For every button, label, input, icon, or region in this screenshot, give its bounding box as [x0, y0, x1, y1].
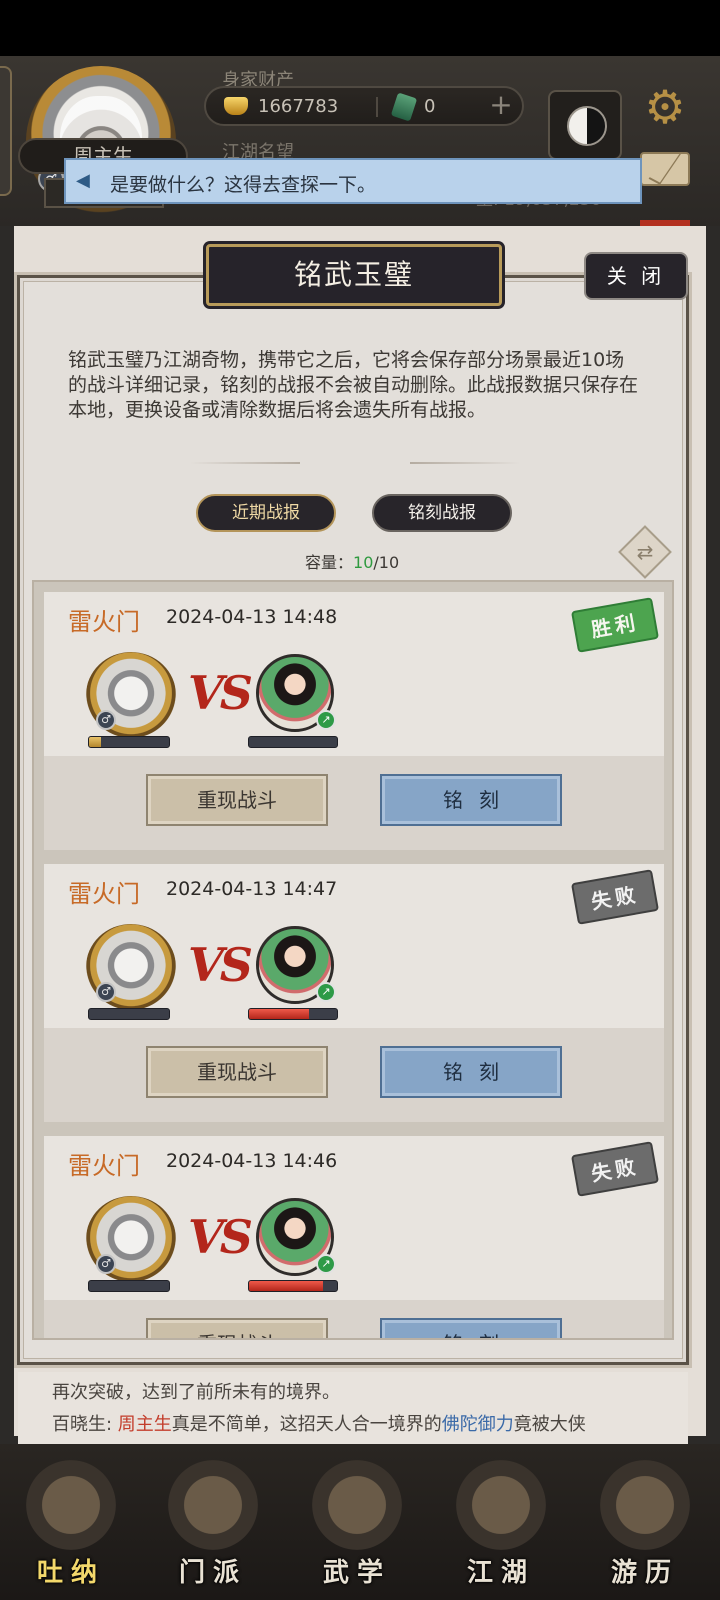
replay-battle-button[interactable]: 重现战斗 [146, 1318, 328, 1338]
battle-record: 雷火门 2024-04-13 14:48 胜利 ♂ VS ↗ 重现战斗 铭刻 [44, 592, 664, 850]
battle-record: 雷火门 2024-04-13 14:47 失败 ♂ VS ↗ 重现战斗 铭刻 [44, 864, 664, 1122]
currency-bar: 1667783 0 + [204, 86, 524, 126]
opponent-faction: 雷火门 [68, 608, 140, 636]
log-text: 真是不简单，这招天人合一境界的 [171, 1414, 442, 1435]
hp-fill [249, 1009, 309, 1019]
battle-datetime: 2024-04-13 14:47 [166, 878, 338, 900]
replay-battle-button[interactable]: 重现战斗 [146, 1046, 328, 1098]
hat-icon [456, 1460, 546, 1550]
vs-label: VS [188, 1210, 253, 1264]
nav-jianghu[interactable]: 江湖 [436, 1454, 566, 1594]
close-button[interactable]: 关 闭 [584, 252, 688, 300]
hero-hp-bar [88, 1280, 170, 1292]
result-stamp: 胜利 [570, 597, 660, 653]
opponent-faction: 雷火门 [68, 880, 140, 908]
record-actions: 重现战斗 铭刻 [44, 756, 664, 850]
capacity-indicator: 容量：10/10 [305, 549, 399, 573]
notification-toast: ◀ 是要做什么？这得去查探一下。 [64, 158, 642, 204]
log-speaker: 百晓生: [52, 1414, 118, 1435]
replay-battle-button[interactable]: 重现战斗 [146, 774, 328, 826]
divider-ornament [190, 462, 300, 464]
record-summary: 雷火门 2024-04-13 14:46 失败 ♂ VS ↗ [44, 1136, 664, 1300]
taiji-button[interactable] [548, 90, 622, 160]
record-actions: 重现战斗 铭刻 [44, 1028, 664, 1122]
side-drawer-handle[interactable] [0, 66, 12, 196]
nav-travel[interactable]: 游历 [580, 1454, 710, 1594]
nav-label: 吐纳 [36, 1558, 105, 1588]
record-summary: 雷火门 2024-04-13 14:47 失败 ♂ VS ↗ [44, 864, 664, 1028]
enemy-hp-bar [248, 736, 338, 748]
log-player-name: 周主生 [117, 1414, 172, 1435]
vs-label: VS [188, 938, 253, 992]
gold-ingot-icon [224, 97, 248, 115]
flags-icon [168, 1460, 258, 1550]
engrave-button[interactable]: 铭刻 [380, 1046, 562, 1098]
gold-amount: 1667783 [258, 96, 339, 117]
enemy-hp-bar [248, 1280, 338, 1292]
male-icon: ♂ [96, 710, 116, 730]
enemy-class-icon: ↗ [316, 982, 336, 1002]
record-summary: 雷火门 2024-04-13 14:48 胜利 ♂ VS ↗ [44, 592, 664, 756]
hero-hp-bar [88, 736, 170, 748]
log-line: 百晓生: 周主生真是不简单，这招天人合一境界的佛陀御力竟被大侠 [52, 1410, 586, 1436]
divider-ornament [410, 462, 520, 464]
capacity-current: 10 [353, 553, 374, 572]
tab-engraved-reports[interactable]: 铭刻战报 [372, 494, 512, 532]
nav-label: 门派 [178, 1558, 247, 1588]
vs-label: VS [188, 666, 253, 720]
capacity-label: 容量： [305, 553, 354, 572]
battle-datetime: 2024-04-13 14:46 [166, 1150, 338, 1172]
enemy-hp-bar [248, 1008, 338, 1020]
status-bar [0, 0, 720, 56]
modal-title-plate: 铭武玉璧 [206, 244, 502, 306]
engrave-button[interactable]: 铭刻 [380, 774, 562, 826]
jade-icon [390, 92, 418, 122]
nav-label: 江湖 [466, 1558, 535, 1588]
nav-label: 游历 [610, 1558, 679, 1588]
refresh-icon: ⇄ [636, 540, 654, 564]
tab-recent-reports[interactable]: 近期战报 [196, 494, 336, 532]
scrolls-icon [312, 1460, 402, 1550]
enemy-class-icon: ↗ [316, 710, 336, 730]
toast-text: 是要做什么？这得去查探一下。 [110, 174, 377, 196]
jade-amount: 0 [424, 96, 436, 117]
male-icon: ♂ [96, 1254, 116, 1274]
battle-record-list[interactable]: 雷火门 2024-04-13 14:48 胜利 ♂ VS ↗ 重现战斗 铭刻 雷… [32, 580, 674, 1340]
horse-icon [600, 1460, 690, 1550]
modal-description: 铭武玉璧乃江湖奇物，携带它之后，它将会保存部分场景最近10场的战斗详细记录，铭刻… [68, 349, 639, 421]
divider [376, 97, 378, 117]
log-text: 竟被大侠 [513, 1414, 586, 1435]
mail-icon[interactable] [640, 152, 690, 186]
modal-title: 铭武玉璧 [293, 258, 414, 291]
battle-record: 雷火门 2024-04-13 14:46 失败 ♂ VS ↗ 重现战斗 铭刻 [44, 1136, 664, 1338]
hero-hp-bar [88, 1008, 170, 1020]
taiji-icon [567, 106, 607, 146]
male-icon: ♂ [96, 982, 116, 1002]
engrave-button[interactable]: 铭刻 [380, 1318, 562, 1338]
megaphone-icon: ◀ [76, 170, 90, 191]
hp-fill [249, 1281, 323, 1291]
log-skill-name: 佛陀御力 [441, 1414, 514, 1435]
add-currency-button[interactable]: + [486, 91, 516, 121]
nav-martial-arts[interactable]: 武学 [292, 1454, 422, 1594]
bottom-navigation: 吐纳 门派 武学 江湖 游历 [0, 1444, 720, 1600]
nav-sect[interactable]: 门派 [148, 1454, 278, 1594]
log-line: 再次突破，达到了前所未有的境界。 [52, 1382, 340, 1403]
gourd-icon [26, 1460, 116, 1550]
hp-fill [89, 737, 101, 747]
result-stamp: 失败 [570, 1141, 660, 1197]
capacity-max: /10 [373, 553, 400, 572]
gear-icon[interactable]: ⚙ [640, 82, 690, 132]
enemy-class-icon: ↗ [316, 1254, 336, 1274]
opponent-faction: 雷火门 [68, 1152, 140, 1180]
battle-datetime: 2024-04-13 14:48 [166, 606, 338, 628]
nav-label: 武学 [322, 1558, 391, 1588]
result-stamp: 失败 [570, 869, 660, 925]
record-actions: 重现战斗 铭刻 [44, 1300, 664, 1338]
nav-breathing[interactable]: 吐纳 [6, 1454, 136, 1594]
